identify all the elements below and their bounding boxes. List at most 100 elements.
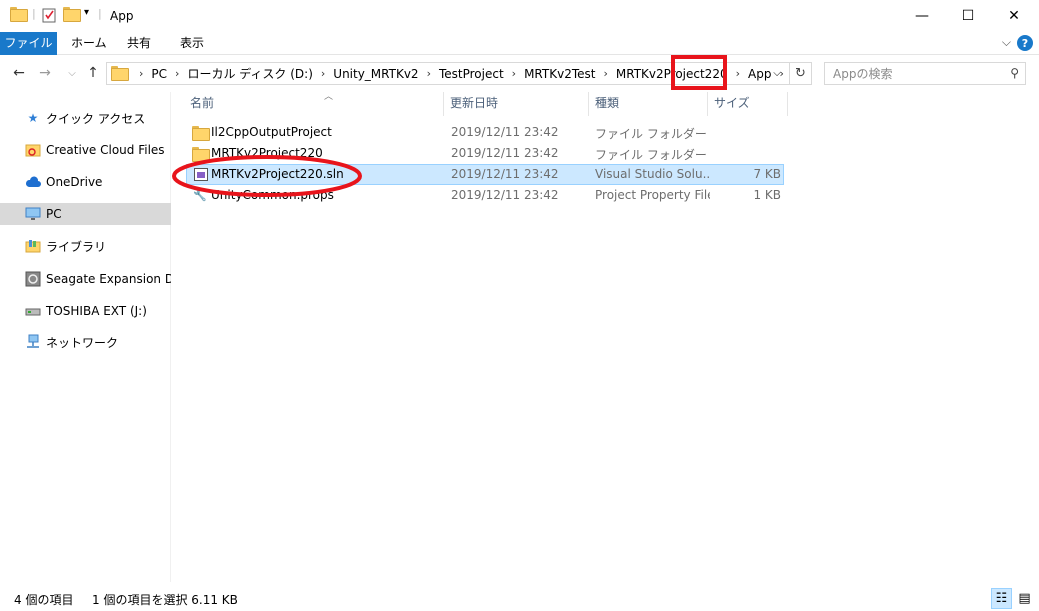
- chevron-right-icon[interactable]: ›: [603, 67, 607, 80]
- monitor-icon: [25, 206, 41, 222]
- status-bar: 4 個の項目 1 個の項目を選択 6.11 KB ☷ ▤: [0, 586, 1039, 611]
- tab-home[interactable]: ホーム: [61, 32, 117, 55]
- ribbon-collapse-icon[interactable]: ⌵: [1002, 35, 1011, 50]
- column-header-name[interactable]: ︿ 名前: [184, 92, 444, 116]
- sidebar-item-label: PC: [46, 207, 62, 221]
- title-bar: | ▾ | App — ☐ ✕: [0, 0, 1039, 32]
- folder-icon: [111, 65, 129, 82]
- sidebar-item-pc[interactable]: PC: [0, 203, 171, 225]
- window-title: App: [110, 9, 134, 23]
- file-type: ファイル フォルダー: [595, 148, 707, 162]
- chevron-right-icon[interactable]: ›: [427, 67, 431, 80]
- sidebar-item-onedrive[interactable]: OneDrive: [0, 171, 171, 193]
- file-name: MRTKv2Project220.sln: [211, 167, 344, 181]
- navigation-pane: ★ クイック アクセス Creative Cloud Files OneDriv…: [0, 92, 171, 582]
- chevron-right-icon[interactable]: ›: [139, 67, 143, 80]
- folder-icon: [10, 7, 28, 22]
- search-input[interactable]: [825, 63, 995, 84]
- file-type: ファイル フォルダー: [595, 127, 707, 141]
- sidebar-item-network[interactable]: ネットワーク: [0, 331, 171, 353]
- usb-drive-icon: [25, 303, 41, 319]
- details-view-icon[interactable]: ☷: [991, 588, 1012, 609]
- sidebar-item-label: クイック アクセス: [46, 111, 146, 126]
- visual-studio-solution-icon: [193, 167, 209, 181]
- sidebar-item-library[interactable]: ライブラリ: [0, 235, 171, 257]
- file-size: 7 KB: [753, 167, 781, 181]
- file-type: Project Property File: [595, 188, 710, 202]
- file-modified: 2019/12/11 23:42: [451, 167, 559, 181]
- file-name: UnityCommon.props: [211, 188, 334, 202]
- tab-file[interactable]: ファイル: [0, 32, 57, 55]
- breadcrumb-item-pc[interactable]: PC: [151, 67, 167, 81]
- folder-icon: [192, 125, 210, 141]
- sidebar-item-quick-access[interactable]: ★ クイック アクセス: [0, 107, 171, 129]
- sidebar-item-toshiba-ext[interactable]: TOSHIBA EXT (J:): [0, 300, 171, 322]
- large-icons-view-icon[interactable]: ▤: [1014, 588, 1035, 609]
- creative-cloud-icon: [25, 142, 41, 158]
- back-arrow-icon[interactable]: ←: [10, 64, 28, 82]
- address-bar[interactable]: › PC › ローカル ディスク (D:) › Unity_MRTKv2 › T…: [106, 62, 790, 85]
- library-icon: [25, 238, 41, 254]
- properties-icon[interactable]: [42, 7, 56, 23]
- up-arrow-icon[interactable]: ↑: [84, 64, 102, 82]
- sidebar-item-label: ネットワーク: [46, 335, 119, 350]
- item-count: 4 個の項目: [14, 593, 74, 607]
- sidebar-item-seagate[interactable]: Seagate Expansion Drive: [0, 268, 171, 290]
- refresh-button[interactable]: ↻: [790, 62, 812, 85]
- file-modified: 2019/12/11 23:42: [451, 188, 559, 202]
- chevron-right-icon[interactable]: ›: [736, 67, 740, 80]
- selection-info: 1 個の項目を選択 6.11 KB: [92, 593, 238, 607]
- column-header-modified[interactable]: 更新日時: [444, 92, 589, 116]
- file-type: Visual Studio Solu...: [595, 167, 710, 181]
- file-name: MRTKv2Project220: [211, 146, 323, 160]
- sidebar-item-creative-cloud-files[interactable]: Creative Cloud Files: [0, 139, 171, 161]
- column-header-type[interactable]: 種類: [589, 92, 708, 116]
- forward-arrow-icon[interactable]: →: [36, 64, 54, 82]
- chevron-right-icon[interactable]: ›: [321, 67, 325, 80]
- help-icon[interactable]: ?: [1017, 35, 1033, 51]
- address-dropdown-icon[interactable]: ⌵: [765, 63, 789, 84]
- file-modified: 2019/12/11 23:42: [451, 125, 559, 139]
- search-box[interactable]: ⚲: [824, 62, 1026, 85]
- sidebar-item-label: Creative Cloud Files: [46, 143, 165, 157]
- ribbon-tabs: ファイル ホーム 共有 表示 ⌵ ?: [0, 32, 1039, 55]
- breadcrumb-item-testproject[interactable]: TestProject: [439, 67, 504, 81]
- sidebar-item-label: ライブラリ: [46, 239, 107, 254]
- new-folder-icon[interactable]: [63, 7, 81, 22]
- table-row[interactable]: MRTKv2Project220.sln 2019/12/11 23:42 Vi…: [186, 164, 784, 185]
- file-size: 1 KB: [753, 188, 781, 202]
- file-name: Il2CppOutputProject: [211, 125, 332, 139]
- table-row[interactable]: MRTKv2Project220 2019/12/11 23:42 ファイル フ…: [186, 143, 784, 164]
- tab-view[interactable]: 表示: [170, 32, 214, 55]
- sidebar-item-label: OneDrive: [46, 175, 103, 189]
- search-icon[interactable]: ⚲: [1010, 66, 1019, 80]
- folder-icon: [192, 146, 210, 162]
- minimize-button[interactable]: —: [899, 0, 945, 32]
- wrench-icon: 🔧: [193, 188, 207, 202]
- close-button[interactable]: ✕: [991, 0, 1037, 32]
- chevron-right-icon[interactable]: ›: [512, 67, 516, 80]
- sort-ascending-icon: ︿: [324, 92, 334, 102]
- table-row[interactable]: Il2CppOutputProject 2019/12/11 23:42 ファイ…: [186, 122, 784, 143]
- breadcrumb: › PC › ローカル ディスク (D:) › Unity_MRTKv2 › T…: [107, 63, 792, 84]
- sidebar-item-label: Seagate Expansion Drive: [46, 272, 171, 286]
- toolbar-separator: |: [32, 7, 36, 20]
- sidebar-item-label: TOSHIBA EXT (J:): [46, 304, 147, 318]
- breadcrumb-item-unity-mrtkv2[interactable]: Unity_MRTKv2: [333, 67, 418, 81]
- maximize-button[interactable]: ☐: [945, 0, 991, 32]
- tab-share[interactable]: 共有: [117, 32, 161, 55]
- file-list: ︿ 名前 更新日時 種類 サイズ Il2CppOutputProject 201…: [172, 92, 1039, 582]
- breadcrumb-item-local-disk[interactable]: ローカル ディスク (D:): [187, 65, 312, 82]
- column-header-size[interactable]: サイズ: [708, 92, 788, 116]
- star-icon: ★: [27, 111, 39, 125]
- chevron-right-icon[interactable]: ›: [175, 67, 179, 80]
- quick-access-dropdown-icon[interactable]: ▾: [84, 7, 89, 18]
- table-row[interactable]: 🔧 UnityCommon.props 2019/12/11 23:42 Pro…: [186, 185, 784, 206]
- breadcrumb-item-mrtkv2project220[interactable]: MRTKv2Project220: [616, 67, 728, 81]
- drive-icon: [25, 271, 41, 287]
- breadcrumb-item-mrtkv2test[interactable]: MRTKv2Test: [524, 67, 595, 81]
- file-modified: 2019/12/11 23:42: [451, 146, 559, 160]
- toolbar-separator: |: [98, 7, 102, 20]
- recent-locations-chevron-icon[interactable]: ⌵: [63, 64, 81, 82]
- navigation-bar: ← → ⌵ ↑ › PC › ローカル ディスク (D:) › Unity_MR…: [0, 55, 1039, 92]
